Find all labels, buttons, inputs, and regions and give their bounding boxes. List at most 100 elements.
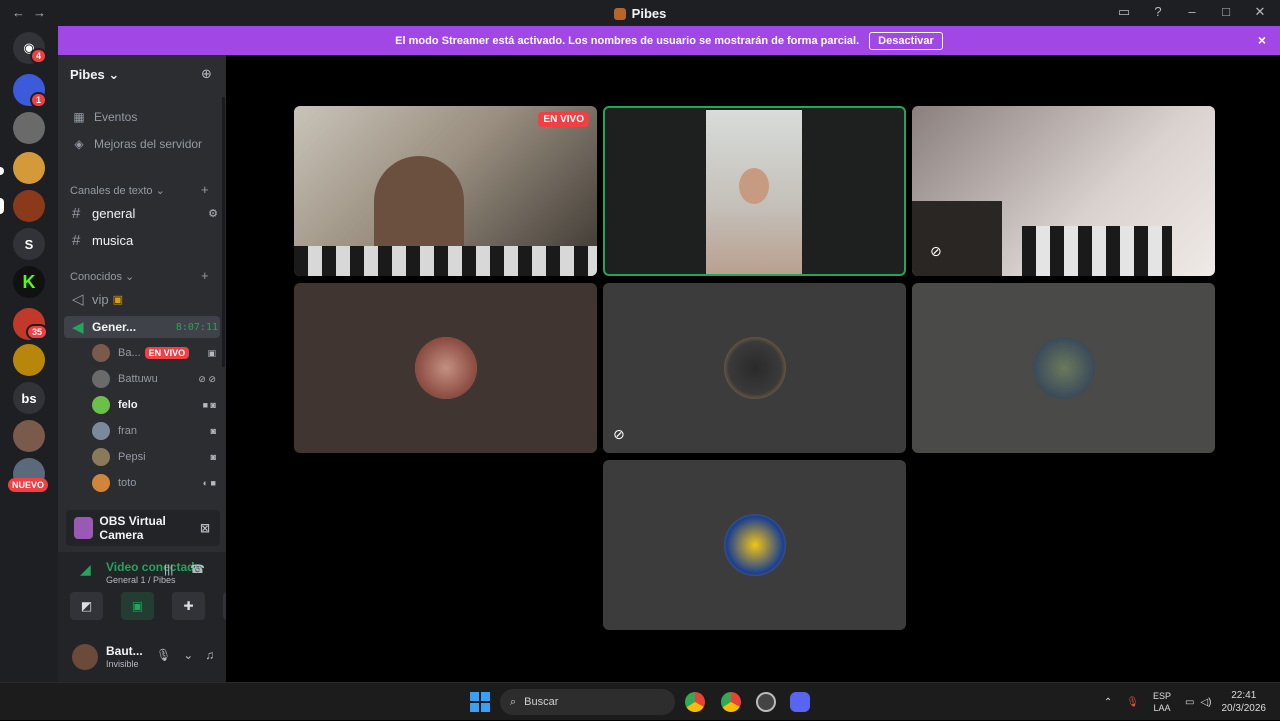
unread-pip (0, 167, 4, 175)
maximize-icon[interactable]: □ (1218, 4, 1234, 20)
noise-icon[interactable]: ||| (164, 562, 173, 576)
scrollbar[interactable] (222, 97, 225, 367)
title-bar: ←→ Pibes ▭ ? – □ ✕ (0, 0, 1280, 26)
close-icon[interactable]: ✕ (1252, 4, 1268, 20)
username[interactable]: Baut... (106, 644, 143, 658)
person-shape (739, 168, 769, 204)
lock-icon: ▣ (112, 293, 124, 306)
avatar-tile[interactable]: ⊘ (603, 283, 906, 453)
hash-icon: # (72, 231, 81, 249)
inbox-icon[interactable]: ▭ (1116, 4, 1132, 20)
member-row[interactable]: fran ◙ (92, 420, 216, 442)
video-tile-speaking[interactable] (603, 106, 906, 276)
chrome-profile-icon[interactable] (721, 692, 741, 712)
voice-connection-panel: ◢ Video conectado General 1 / Pibes ||| … (58, 552, 256, 632)
channel-general-voice[interactable]: ◀ Gener... 8:07:11 (68, 316, 218, 338)
add-channel-icon[interactable]: + (201, 182, 209, 197)
obs-taskbar-icon[interactable] (756, 692, 776, 712)
video-tile-room[interactable]: ⊘ (912, 106, 1215, 276)
disconnect-icon[interactable]: ☎ (190, 562, 205, 576)
volume-icon[interactable]: ◁) (1200, 697, 1211, 708)
avatar-tile[interactable] (603, 460, 906, 630)
add-voice-icon[interactable]: + (201, 268, 209, 283)
camera-icon: ◐ ■ (202, 478, 216, 488)
member-row[interactable]: Pepsi ◙ (92, 446, 216, 468)
voice-status[interactable]: Video conectado (106, 560, 202, 574)
member-row[interactable]: toto ◐ ■ (92, 472, 216, 494)
game-icon: ◙ (210, 452, 216, 462)
voice-category[interactable]: Conocidos ⌄ (70, 270, 134, 283)
taskbar: ⌕ Buscar ⌃ 🎙 ESP LAA ▭ ◁) 22:41 20/3/2026 (0, 682, 1280, 720)
banner-text: El modo Streamer está activado. Los nomb… (395, 34, 860, 47)
text-category[interactable]: Canales de texto ⌄ (70, 184, 165, 197)
events-item[interactable]: ▦ Eventos (72, 110, 137, 124)
video-tile-stream[interactable]: EN VIVO (294, 106, 597, 276)
channel-musica[interactable]: # musica (68, 229, 218, 251)
settings-icon[interactable]: ⚙ (208, 207, 218, 220)
avatar-tile[interactable] (912, 283, 1215, 453)
chevron-up-icon[interactable]: ⌃ (1104, 697, 1112, 708)
window-title: Pibes (0, 6, 1280, 21)
avatar-tile[interactable] (294, 283, 597, 453)
discord-taskbar-icon[interactable] (790, 692, 810, 712)
server-10[interactable] (13, 420, 45, 452)
avatar (723, 337, 786, 399)
server-name[interactable]: Pibes ⌄ (70, 67, 119, 83)
channel-general[interactable]: # general ⚙ (68, 202, 218, 224)
obs-icon (74, 517, 94, 539)
member-row[interactable]: felo ■ ◙ (92, 394, 216, 416)
banner-close-icon[interactable]: × (1258, 32, 1266, 48)
game-icon: ◙ (210, 426, 216, 436)
server-2[interactable] (13, 112, 45, 144)
windows-start-icon[interactable] (470, 692, 490, 712)
invite-icon[interactable]: ⊕ (201, 66, 212, 82)
server-7-badge: 35 (26, 324, 49, 340)
boost-icon: ◈ (74, 137, 84, 151)
search-box[interactable]: ⌕ Buscar (500, 689, 675, 715)
language-indicator[interactable]: ESP LAA (1153, 690, 1171, 714)
hash-icon: # (72, 204, 81, 222)
headphones-icon[interactable]: ♫ (205, 648, 214, 662)
server-3[interactable] (13, 152, 45, 184)
calendar-icon: ▦ (73, 110, 85, 124)
member-row[interactable]: Ba... EN VIVO ▣ (92, 342, 216, 364)
server-s[interactable]: S (13, 228, 45, 260)
mic-icon[interactable]: 🎙 (156, 648, 171, 662)
avatar (723, 514, 786, 576)
server-rail: ◉ 4 1 S K 35 bs NUEVO (0, 26, 58, 682)
signal-icon[interactable]: ◢ (80, 561, 91, 578)
help-icon[interactable]: ? (1150, 4, 1166, 20)
minimize-icon[interactable]: – (1184, 4, 1200, 20)
deactivate-button[interactable]: Desactivar (869, 31, 943, 50)
clock[interactable]: 22:41 20/3/2026 (1222, 689, 1267, 715)
camera-off-button[interactable]: ◩ (70, 592, 103, 620)
striped-couch (1022, 226, 1172, 276)
voice-timer: 8:07:11 (175, 321, 218, 333)
mic-tray-icon[interactable]: 🎙 (1126, 697, 1139, 708)
network-icon[interactable]: ▭ (1185, 697, 1194, 708)
avatar[interactable] (72, 644, 98, 670)
avatar (1032, 337, 1095, 399)
member-row[interactable]: Battuwu ⊘ ⊘ (92, 368, 216, 390)
screen-share-button[interactable]: ▣ (121, 592, 154, 620)
chevron-down-icon[interactable]: ⌄ (183, 648, 193, 662)
camera-icon: ■ ◙ (202, 400, 216, 410)
server-1-badge: 1 (30, 92, 48, 108)
obs-camera-panel: OBS Virtual Camera ⊠ (66, 510, 220, 546)
chrome-icon[interactable] (685, 692, 705, 712)
server-kick[interactable]: K (13, 266, 45, 298)
close-preview-icon[interactable]: ⊠ (200, 521, 210, 535)
activities-button[interactable]: ✚ (172, 592, 205, 620)
streamer-banner: El modo Streamer está activado. Los nomb… (58, 26, 1280, 55)
server-8[interactable] (13, 344, 45, 376)
avatar (92, 344, 110, 362)
server-bs[interactable]: bs (13, 382, 45, 414)
muted-mic-icon: ⊘ (930, 243, 942, 259)
channel-vip[interactable]: ◁ vip ▣ (68, 288, 218, 310)
boosts-item[interactable]: ◈ Mejoras del servidor (72, 137, 202, 151)
live-badge: EN VIVO (144, 347, 190, 359)
server-pibes[interactable] (13, 190, 45, 222)
chevron-down-icon: ⌄ (108, 67, 120, 82)
screen-icon: ▣ (207, 347, 216, 358)
dark-furniture (912, 201, 1002, 276)
